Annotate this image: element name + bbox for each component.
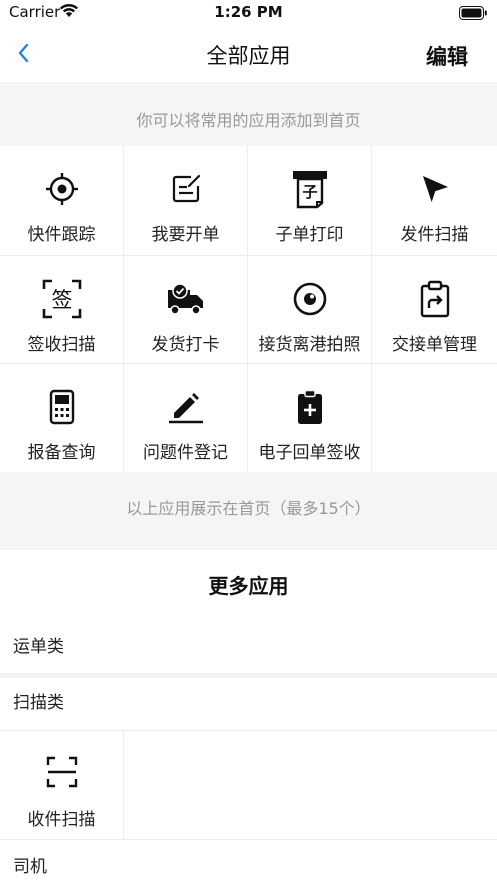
svg-text:签: 签 bbox=[51, 288, 72, 312]
pencil-line-icon bbox=[124, 386, 247, 428]
chevron-left-icon bbox=[18, 43, 29, 63]
status-bar: Carrier 1:26 PM bbox=[0, 0, 497, 26]
app-label: 子单打印 bbox=[275, 225, 344, 245]
send-arrow-icon bbox=[372, 168, 497, 210]
app-label: 快件跟踪 bbox=[27, 225, 96, 245]
app-label: 收件扫描 bbox=[27, 810, 96, 830]
app-tile-receipt-scan[interactable]: 签 签收扫描 bbox=[0, 256, 123, 363]
app-tile-issue-registration[interactable]: 问题件登记 bbox=[124, 364, 247, 472]
app-tile-handover-management[interactable]: 交接单管理 bbox=[372, 256, 497, 363]
app-tile-report-query[interactable]: 报备查询 bbox=[0, 364, 123, 472]
scan-frame-icon bbox=[0, 751, 123, 793]
app-tile-pickup-scan[interactable]: 收件扫描 bbox=[0, 731, 124, 839]
edit-button[interactable]: 编辑 bbox=[426, 41, 468, 71]
more-apps-title: 更多应用 bbox=[0, 550, 497, 620]
app-tile-departure-photo[interactable]: 接货离港拍照 bbox=[248, 256, 371, 363]
clipboard-share-icon bbox=[372, 278, 497, 320]
category-waybill: 运单类 bbox=[0, 620, 497, 673]
scan-apps-row: 收件扫描 bbox=[0, 730, 497, 840]
app-tile-sub-waybill-print[interactable]: 子 子单打印 bbox=[248, 146, 371, 255]
printer-icon: 子 bbox=[248, 168, 371, 210]
empty-tile bbox=[372, 364, 497, 472]
svg-text:子: 子 bbox=[302, 183, 317, 201]
edit-form-icon bbox=[124, 168, 247, 210]
app-tile-e-receipt-sign[interactable]: 电子回单签收 bbox=[248, 364, 371, 472]
app-label: 交接单管理 bbox=[392, 335, 477, 355]
target-icon bbox=[0, 168, 123, 210]
app-tile-dispatch-scan[interactable]: 发件扫描 bbox=[372, 146, 497, 255]
sign-scan-icon: 签 bbox=[0, 278, 123, 320]
app-tile-create-waybill[interactable]: 我要开单 bbox=[124, 146, 247, 255]
app-tile-shipping-checkin[interactable]: 发货打卡 bbox=[124, 256, 247, 363]
nav-bar: 全部应用 编辑 bbox=[0, 26, 497, 82]
app-label: 电子回单签收 bbox=[258, 443, 361, 463]
category-scan: 扫描类 bbox=[0, 678, 497, 730]
camera-lens-icon bbox=[248, 278, 371, 320]
status-time: 1:26 PM bbox=[214, 3, 283, 21]
app-label: 签收扫描 bbox=[27, 335, 96, 355]
handheld-device-icon bbox=[0, 386, 123, 428]
truck-check-icon bbox=[124, 278, 247, 320]
app-label: 我要开单 bbox=[151, 225, 220, 245]
home-apps-limit-hint: 以上应用展示在首页（最多15个） bbox=[0, 472, 497, 550]
back-button[interactable] bbox=[10, 38, 38, 68]
page-title: 全部应用 bbox=[206, 44, 291, 68]
battery-icon bbox=[459, 5, 488, 24]
category-driver: 司机 bbox=[0, 841, 497, 883]
clipboard-plus-icon bbox=[248, 386, 371, 428]
app-label: 问题件登记 bbox=[143, 443, 228, 463]
app-label: 发件扫描 bbox=[400, 225, 469, 245]
app-label: 发货打卡 bbox=[151, 335, 220, 355]
home-apps-grid: 快件跟踪 我要开单 子 子单打印 发件扫描 签 签收扫描 发货打卡 接货离港拍照… bbox=[0, 146, 497, 472]
home-apps-hint: 你可以将常用的应用添加到首页 bbox=[0, 82, 497, 146]
app-label: 接货离港拍照 bbox=[258, 335, 361, 355]
app-label: 报备查询 bbox=[27, 443, 96, 463]
app-tile-express-tracking[interactable]: 快件跟踪 bbox=[0, 146, 123, 255]
